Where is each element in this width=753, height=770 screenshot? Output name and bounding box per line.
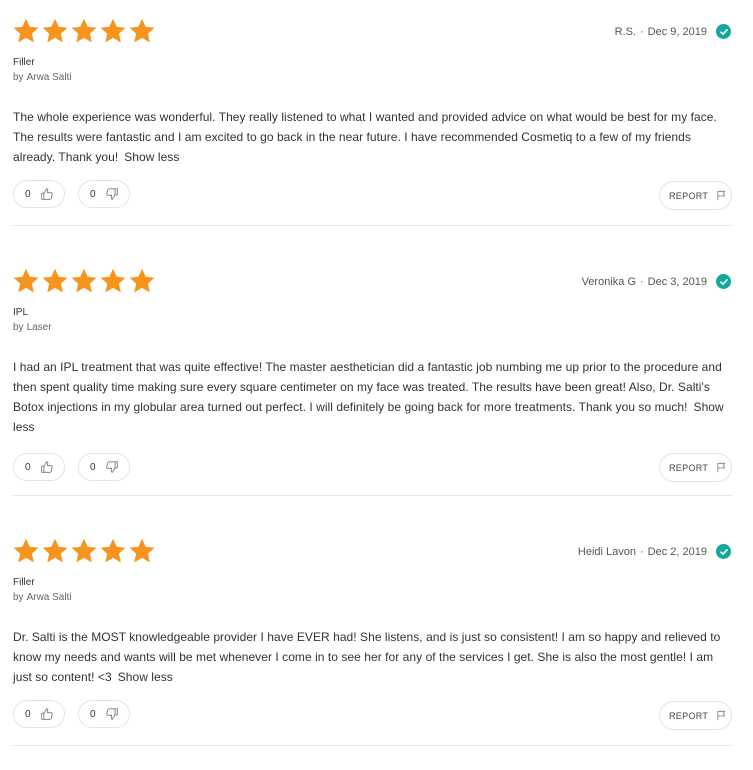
review-meta: R.S. · Dec 9, 2019	[615, 24, 731, 39]
star-rating	[12, 267, 156, 297]
reviews-list: R.S. · Dec 9, 2019 Filler by Arwa Salti T…	[0, 0, 753, 747]
report-label: REPORT	[669, 710, 709, 721]
star-icon	[129, 18, 155, 43]
flag-icon	[717, 462, 726, 473]
star-icon	[13, 538, 39, 563]
review-card: Veronika G · Dec 3, 2019 IPL by Laser I h…	[0, 250, 753, 500]
thumbs-up-icon	[40, 188, 53, 200]
divider	[12, 225, 733, 226]
reviewer-name: Heidi Lavon	[577, 545, 636, 558]
review-card: R.S. · Dec 9, 2019 Filler by Arwa Salti T…	[0, 0, 753, 250]
divider	[12, 745, 733, 746]
star-icon	[100, 268, 126, 293]
star-rating	[12, 17, 156, 47]
provider-prefix: by	[13, 322, 24, 333]
treatment-name[interactable]: Filler	[13, 577, 35, 588]
unhelpful-count: 0	[90, 708, 96, 720]
star-icon	[13, 18, 39, 43]
star-icon	[42, 538, 68, 563]
thumbs-down-icon	[105, 708, 118, 720]
provider-prefix: by	[13, 72, 24, 83]
thumbs-up-icon	[40, 708, 53, 720]
helpful-button[interactable]: 0	[13, 453, 65, 481]
star-icon	[100, 18, 126, 43]
review-body: Dr. Salti is the MOST knowledgeable prov…	[13, 627, 733, 687]
separator-dot: ·	[640, 545, 644, 558]
divider	[12, 495, 733, 496]
unhelpful-button[interactable]: 0	[78, 180, 130, 208]
report-button[interactable]: REPORT	[659, 701, 732, 730]
star-icon	[71, 18, 97, 43]
review-date: Dec 2, 2019	[647, 545, 707, 558]
provider-prefix: by	[13, 592, 24, 603]
report-label: REPORT	[669, 462, 709, 473]
provider-name[interactable]: Laser	[27, 322, 52, 333]
review-card: Heidi Lavon · Dec 2, 2019 Filler by Arwa …	[0, 520, 753, 770]
verified-check-icon	[716, 274, 731, 289]
review-body: The whole experience was wonderful. They…	[13, 107, 733, 167]
star-icon	[129, 268, 155, 293]
helpful-button[interactable]: 0	[13, 180, 65, 208]
report-label: REPORT	[669, 190, 709, 201]
provider-name[interactable]: Arwa Salti	[27, 592, 72, 603]
review-meta: Heidi Lavon · Dec 2, 2019	[578, 544, 731, 559]
review-text: The whole experience was wonderful. They…	[13, 110, 717, 164]
star-icon	[13, 268, 39, 293]
provider-line: by Arwa Salti	[13, 592, 72, 603]
flag-icon	[717, 190, 726, 201]
helpful-button[interactable]: 0	[13, 700, 65, 728]
review-body: I had an IPL treatment that was quite ef…	[13, 357, 733, 437]
thumbs-down-icon	[105, 461, 118, 473]
reviewer-name: R.S.	[614, 25, 636, 38]
separator-dot: ·	[640, 275, 644, 288]
reviewer-name: Veronika G	[581, 275, 636, 288]
report-button[interactable]: REPORT	[659, 181, 732, 210]
helpful-count: 0	[25, 708, 31, 720]
helpful-count: 0	[25, 188, 31, 200]
thumbs-down-icon	[105, 188, 118, 200]
provider-line: by Arwa Salti	[13, 72, 72, 83]
review-text: I had an IPL treatment that was quite ef…	[13, 360, 722, 414]
star-icon	[100, 538, 126, 563]
unhelpful-count: 0	[90, 188, 96, 200]
verified-check-icon	[716, 24, 731, 39]
verified-check-icon	[716, 544, 731, 559]
show-less-link[interactable]: Show less	[118, 670, 173, 684]
review-meta: Veronika G · Dec 3, 2019	[582, 274, 731, 289]
star-rating	[12, 537, 156, 567]
review-date: Dec 3, 2019	[647, 275, 707, 288]
unhelpful-count: 0	[90, 461, 96, 473]
separator-dot: ·	[640, 25, 644, 38]
star-icon	[71, 268, 97, 293]
treatment-name[interactable]: Filler	[13, 57, 35, 68]
star-icon	[42, 18, 68, 43]
star-icon	[71, 538, 97, 563]
treatment-name[interactable]: IPL	[13, 307, 28, 318]
thumbs-up-icon	[40, 461, 53, 473]
helpful-count: 0	[25, 461, 31, 473]
provider-line: by Laser	[13, 322, 52, 333]
flag-icon	[717, 710, 726, 721]
show-less-link[interactable]: Show less	[124, 150, 179, 164]
provider-name[interactable]: Arwa Salti	[27, 72, 72, 83]
review-date: Dec 9, 2019	[647, 25, 707, 38]
unhelpful-button[interactable]: 0	[78, 453, 130, 481]
report-button[interactable]: REPORT	[659, 453, 732, 482]
unhelpful-button[interactable]: 0	[78, 700, 130, 728]
star-icon	[42, 268, 68, 293]
star-icon	[129, 538, 155, 563]
